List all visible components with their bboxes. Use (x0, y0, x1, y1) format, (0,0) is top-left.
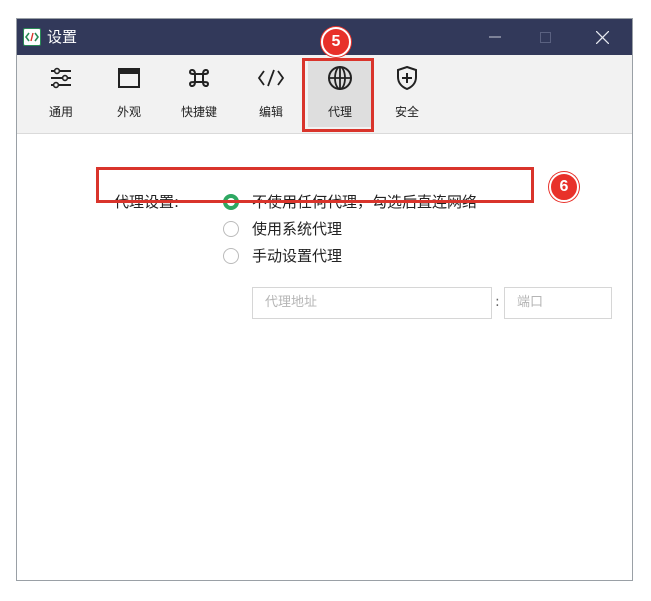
minimize-icon (489, 36, 501, 38)
address-port-separator: : (495, 294, 500, 310)
tab-editor[interactable]: 编辑 (239, 59, 303, 127)
tab-appearance[interactable]: 外观 (97, 59, 161, 127)
settings-toolbar: 通用 外观 快捷键 编辑 代理 安全 (17, 55, 632, 134)
globe-icon (325, 63, 355, 93)
tab-general[interactable]: 通用 (29, 59, 93, 127)
tab-label: 快捷键 (180, 105, 217, 119)
proxy-settings-label: 代理设置: (114, 193, 180, 211)
command-key-icon (184, 63, 214, 93)
tab-proxy[interactable]: 代理 (308, 59, 372, 127)
option-no-proxy-label[interactable]: 不使用任何代理，勾选后直连网络 (252, 191, 477, 212)
tab-shortcuts[interactable]: 快捷键 (167, 59, 231, 127)
tab-label: 编辑 (258, 105, 283, 119)
app-code-icon (23, 28, 41, 46)
tab-label: 通用 (48, 105, 73, 119)
code-icon (256, 63, 286, 93)
tab-security[interactable]: 安全 (375, 59, 439, 127)
radio-no-proxy[interactable] (223, 194, 239, 210)
tab-label: 代理 (327, 105, 352, 119)
minimize-button[interactable] (472, 19, 518, 55)
close-button[interactable] (579, 19, 625, 55)
sliders-icon (46, 63, 76, 93)
shield-plus-icon (392, 63, 422, 93)
settings-window: 设置 通用 外观 快捷键 编辑 代理 安全 代理设置: 不使用任何代理，勾选后直… (16, 18, 633, 581)
tab-label: 安全 (394, 105, 419, 119)
window-icon (114, 63, 144, 93)
radio-system-proxy[interactable] (223, 221, 239, 237)
close-icon (595, 30, 609, 44)
radio-manual-proxy[interactable] (223, 248, 239, 264)
option-system-proxy-label[interactable]: 使用系统代理 (252, 218, 342, 239)
proxy-port-input[interactable]: 端口 (504, 287, 612, 319)
option-manual-proxy-label[interactable]: 手动设置代理 (252, 245, 342, 266)
window-title: 设置 (47, 28, 78, 46)
step-badge-5: 5 (321, 27, 351, 57)
step-badge-6: 6 (549, 172, 579, 202)
proxy-address-input[interactable]: 代理地址 (252, 287, 492, 319)
proxy-settings-panel: 代理设置: 不使用任何代理，勾选后直连网络 使用系统代理 手动设置代理 代理地址… (17, 134, 632, 574)
tab-label: 外观 (116, 105, 141, 119)
maximize-icon (539, 31, 551, 43)
maximize-button[interactable] (522, 19, 568, 55)
